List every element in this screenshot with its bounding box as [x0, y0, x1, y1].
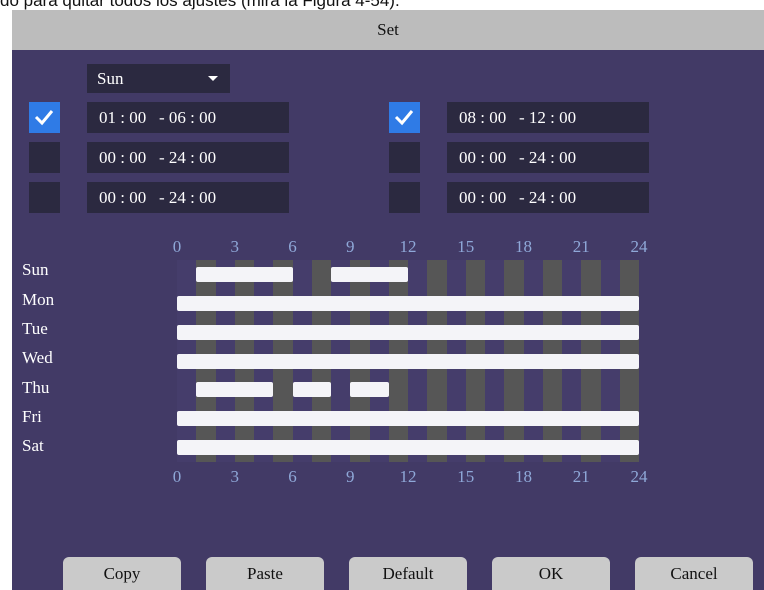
check-icon [34, 110, 54, 126]
schedule-bar-thu[interactable] [292, 382, 331, 398]
hour-tick-label: 6 [288, 467, 297, 486]
day-select[interactable]: Sun [87, 64, 230, 93]
schedule-bar-fri[interactable] [177, 411, 639, 427]
period-6-checkbox[interactable] [389, 182, 420, 213]
period-4-time[interactable]: 08 : 00 - 12 : 00 [447, 102, 649, 133]
day-label-fri: Fri [22, 407, 42, 426]
ok-button[interactable]: OK [492, 557, 610, 590]
hour-tick-label: 15 [457, 467, 475, 486]
schedule-bar-mon[interactable] [177, 295, 639, 311]
period-6-time[interactable]: 00 : 00 - 24 : 00 [447, 182, 649, 213]
schedule-bar-thu[interactable] [350, 382, 389, 398]
chevron-down-icon [208, 76, 218, 81]
schedule-bar-sat[interactable] [177, 440, 639, 456]
schedule-bar-sun[interactable] [331, 266, 408, 282]
hour-tick-label: 18 [515, 467, 532, 486]
cancel-button[interactable]: Cancel [635, 557, 753, 590]
schedule-grid[interactable] [177, 260, 639, 462]
period-2-checkbox[interactable] [29, 142, 60, 173]
copy-button[interactable]: Copy [63, 557, 181, 590]
schedule-bar-wed[interactable] [177, 353, 639, 369]
period-5-checkbox[interactable] [389, 142, 420, 173]
hour-tick-label: 24 [630, 237, 648, 256]
day-label-sat: Sat [22, 436, 44, 455]
hour-tick-label: 0 [172, 237, 182, 256]
period-1-time[interactable]: 01 : 00 - 06 : 00 [87, 102, 289, 133]
hour-tick-label: 21 [572, 467, 590, 486]
day-label-wed: Wed [22, 348, 53, 367]
schedule-bar-sun[interactable] [196, 266, 293, 282]
hour-tick-label: 12 [399, 467, 417, 486]
paste-button[interactable]: Paste [206, 557, 324, 590]
hour-tick-label: 9 [346, 237, 355, 256]
schedule-bar-tue[interactable] [177, 324, 639, 340]
hour-tick-label: 3 [230, 467, 240, 486]
day-label-mon: Mon [22, 290, 55, 309]
hour-tick-label: 18 [515, 237, 532, 256]
schedule-bar-thu[interactable] [196, 382, 274, 398]
period-5-time[interactable]: 00 : 00 - 24 : 00 [447, 142, 649, 173]
dialog-title: Set [12, 10, 764, 50]
schedule-dialog: Set Sun 01 : 00 - 06 : 00 00 : 00 - 24 :… [12, 10, 764, 590]
day-label-tue: Tue [22, 319, 48, 338]
period-3-time[interactable]: 00 : 00 - 24 : 00 [87, 182, 289, 213]
hour-tick-label: 24 [630, 467, 648, 486]
hour-tick-label: 9 [346, 467, 355, 486]
hour-tick-label: 15 [457, 237, 475, 256]
day-select-value: Sun [97, 69, 124, 88]
check-icon [394, 110, 414, 126]
default-button[interactable]: Default [349, 557, 467, 590]
day-label-thu: Thu [22, 378, 50, 397]
period-4-checkbox[interactable] [389, 102, 420, 133]
hour-tick-label: 6 [288, 237, 297, 256]
period-1-checkbox[interactable] [29, 102, 60, 133]
hour-tick-label: 0 [172, 467, 182, 486]
hour-tick-label: 12 [399, 237, 417, 256]
period-3-checkbox[interactable] [29, 182, 60, 213]
day-label-sun: Sun [22, 260, 49, 279]
period-2-time[interactable]: 00 : 00 - 24 : 00 [87, 142, 289, 173]
hour-tick-label: 21 [572, 237, 590, 256]
hour-tick-label: 3 [230, 237, 240, 256]
